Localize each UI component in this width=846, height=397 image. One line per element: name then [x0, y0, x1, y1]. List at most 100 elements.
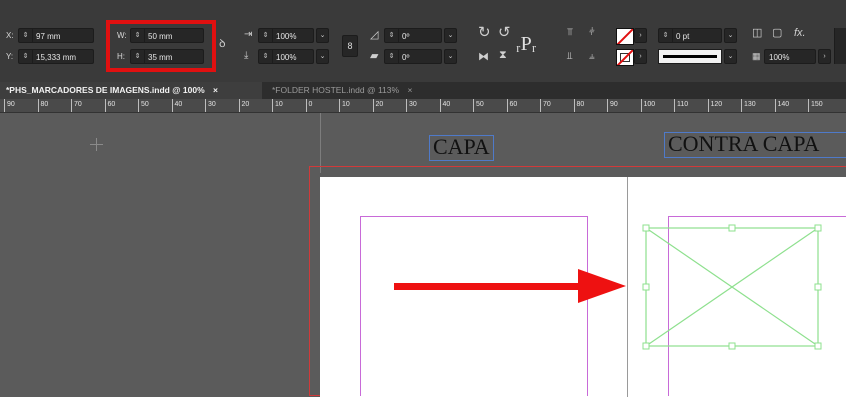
ruler-tick-label: 110: [674, 99, 688, 112]
ruler-tick-label: 10: [339, 99, 350, 112]
ruler-tick-label: 50: [138, 99, 149, 112]
h-value: 35 mm: [148, 53, 173, 62]
ruler-tick-label: 140: [774, 99, 789, 112]
tab-label: *FOLDER HOSTEL.indd @ 113%: [272, 85, 400, 95]
document-tabs: *PHS_MARCADORES DE IMAGENS.indd @ 100% ×…: [0, 82, 846, 99]
stroke-dropdown[interactable]: ›: [634, 49, 647, 64]
image-placeholder-frame[interactable]: [641, 224, 823, 350]
ruler-tick-label: 90: [607, 99, 618, 112]
rotate-cw-icon[interactable]: ↻: [478, 25, 491, 40]
ruler-tick-label: 30: [205, 99, 216, 112]
y-stepper-icon[interactable]: ⇕: [19, 50, 33, 63]
stroke-weight-stepper-icon[interactable]: ⇕: [659, 29, 673, 42]
scale-y-field[interactable]: ⇕ 100%: [258, 49, 314, 64]
frame-icon[interactable]: ▢: [772, 26, 782, 40]
h-field[interactable]: ⇕ 35 mm: [130, 49, 204, 64]
tab-close-icon[interactable]: ×: [213, 85, 218, 95]
control-panel: X: ⇕ 97 mm Y: ⇕ 15,333 mm W: ⇕ 50 mm H: …: [0, 0, 846, 83]
flip-horizontal-icon[interactable]: ⧓: [478, 50, 489, 64]
scale-y-stepper-icon[interactable]: ⇕: [259, 50, 273, 63]
rotate-dropdown[interactable]: ⌄: [444, 28, 457, 43]
stroke-weight-dropdown[interactable]: ⌄: [724, 28, 737, 43]
rotate-icon: ◿: [370, 29, 379, 41]
rotate-stepper-icon[interactable]: ⇕: [385, 29, 399, 42]
scale-x-field[interactable]: ⇕ 100%: [258, 28, 314, 43]
shear-icon: ▰: [370, 50, 379, 62]
contra-capa-text-frame[interactable]: CONTRA CAPA: [664, 132, 846, 158]
ruler-tick-label: 90: [4, 99, 15, 112]
ruler-tick-label: 80: [573, 99, 584, 112]
capa-label: CAPA: [433, 134, 490, 159]
h-label: H:: [117, 52, 125, 61]
stroke-type-dropdown[interactable]: ⌄: [724, 49, 737, 64]
w-stepper-icon[interactable]: ⇕: [131, 29, 145, 42]
drop-shadow-icon[interactable]: ◫: [752, 26, 762, 40]
ruler-tick-label: 130: [741, 99, 756, 112]
flip-vertical-icon[interactable]: ⧗: [499, 48, 507, 62]
h-stepper-icon[interactable]: ⇕: [131, 50, 145, 63]
w-label: W:: [117, 31, 127, 40]
shear-field[interactable]: ⇕ 0º: [384, 49, 442, 64]
horizontal-ruler[interactable]: 90 80 70 60 50 40 30 20 10 0 10 20 30 40 50 60 70 80 90 100…: [0, 99, 846, 113]
opacity-value: 100%: [769, 53, 790, 62]
ruler-tick-label: 120: [707, 99, 722, 112]
opacity-dropdown[interactable]: ›: [818, 49, 831, 64]
tab-phs-marcadores[interactable]: *PHS_MARCADORES DE IMAGENS.indd @ 100% ×: [0, 82, 262, 99]
ruler-tick-label: 60: [506, 99, 517, 112]
opacity-icon: ▦: [752, 51, 761, 61]
ruler-tick-label: 80: [37, 99, 48, 112]
align-center-icon[interactable]: ⫫: [567, 50, 573, 64]
stroke-weight-value: 0 pt: [676, 32, 690, 41]
shear-value: 0º: [402, 53, 410, 62]
stroke-weight-field[interactable]: ⇕ 0 pt: [658, 28, 722, 43]
y-value: 15,333 mm: [36, 53, 77, 62]
w-field[interactable]: ⇕ 50 mm: [130, 28, 204, 43]
scale-x-stepper-icon[interactable]: ⇕: [259, 29, 273, 42]
shear-dropdown[interactable]: ⌄: [444, 49, 457, 64]
fill-dropdown[interactable]: ›: [634, 28, 647, 43]
ruler-tick-label: 20: [238, 99, 249, 112]
effects-fx-label[interactable]: fx.: [794, 27, 806, 39]
shear-stepper-icon[interactable]: ⇕: [385, 50, 399, 63]
contra-capa-label: CONTRA CAPA: [668, 132, 820, 156]
ruler-tick-label: 0: [305, 99, 312, 112]
capa-text-frame[interactable]: CAPA: [429, 135, 494, 161]
ruler-tick-label: 70: [540, 99, 551, 112]
distribute-center-icon[interactable]: ⫨: [589, 50, 595, 64]
ruler-tick-label: 30: [406, 99, 417, 112]
crosshair-cursor-icon: [90, 138, 103, 151]
red-arrow-icon: [394, 269, 626, 303]
rotate-field[interactable]: ⇕ 0º: [384, 28, 442, 43]
x-field[interactable]: ⇕ 97 mm: [18, 28, 94, 43]
ruler-tick-label: 10: [272, 99, 283, 112]
stroke-none-swatch[interactable]: [616, 49, 634, 66]
constrain-proportions-icon[interactable]: ꝺ: [219, 37, 226, 51]
scale-y-icon: ⤓: [244, 50, 249, 61]
rotate-ccw-icon[interactable]: ↺: [498, 25, 511, 40]
y-label: Y:: [6, 52, 14, 61]
fill-none-swatch[interactable]: [616, 28, 634, 45]
align-top-icon[interactable]: ⫪: [567, 26, 573, 40]
ruler-tick-label: 60: [104, 99, 115, 112]
tab-close-icon[interactable]: ×: [407, 85, 412, 95]
ruler-tick-label: 70: [71, 99, 82, 112]
tab-label: *PHS_MARCADORES DE IMAGENS.indd @ 100%: [6, 85, 205, 95]
control-panel-overflow[interactable]: [834, 28, 846, 64]
y-field[interactable]: ⇕ 15,333 mm: [18, 49, 94, 64]
ruler-tick-label: 40: [171, 99, 182, 112]
stroke-type-selector[interactable]: [658, 49, 722, 64]
ruler-tick-label: 150: [808, 99, 823, 112]
w-value: 50 mm: [148, 32, 173, 41]
opacity-field[interactable]: 100%: [764, 49, 816, 64]
scale-x-icon: ⇥: [244, 29, 253, 40]
x-stepper-icon[interactable]: ⇕: [19, 29, 33, 42]
reference-point-p-icon[interactable]: ᵣPᵣ: [516, 33, 536, 55]
tab-folder-hostel[interactable]: *FOLDER HOSTEL.indd @ 113% ×: [272, 82, 412, 99]
scale-y-dropdown[interactable]: ⌄: [316, 49, 329, 64]
constrain-scale-icon[interactable]: 8: [342, 35, 358, 57]
ruler-tick-label: 40: [439, 99, 450, 112]
rotate-value: 0º: [402, 32, 410, 41]
scale-x-dropdown[interactable]: ⌄: [316, 28, 329, 43]
distribute-top-icon[interactable]: ⫩: [589, 26, 595, 40]
x-label: X:: [6, 31, 14, 40]
